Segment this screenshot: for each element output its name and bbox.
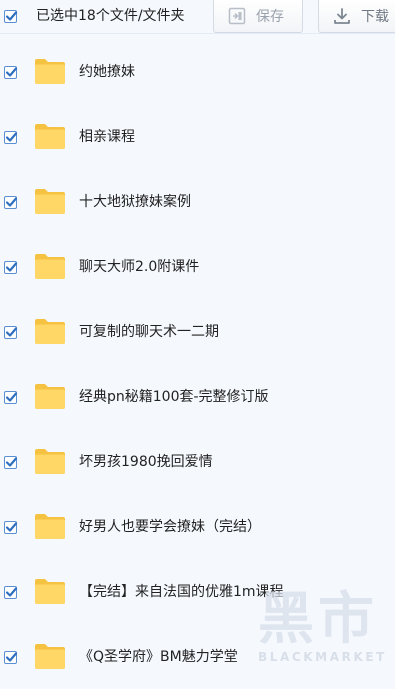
checkmark-icon xyxy=(5,522,18,532)
file-name[interactable]: 坏男孩1980挽回爱情 xyxy=(79,453,213,471)
checkmark-icon xyxy=(5,67,18,77)
file-row[interactable]: 好男人也要学会撩妹（完结） xyxy=(0,494,395,559)
download-icon xyxy=(334,8,350,24)
folder-icon xyxy=(35,579,65,604)
checkmark-icon xyxy=(5,457,18,467)
file-row[interactable]: 约她撩妹 xyxy=(0,39,395,104)
file-name[interactable]: 十大地狱撩妹案例 xyxy=(79,193,191,211)
checkmark-icon xyxy=(5,652,18,662)
folder-icon xyxy=(35,59,65,84)
file-checkbox[interactable] xyxy=(4,261,18,274)
save-icon xyxy=(228,7,246,25)
download-button-label: 下载 xyxy=(361,9,389,25)
file-checkbox[interactable] xyxy=(4,651,18,664)
checkmark-icon xyxy=(5,197,18,207)
select-all-checkbox[interactable] xyxy=(4,10,18,23)
folder-icon xyxy=(35,254,65,279)
folder-icon xyxy=(35,449,65,474)
file-name[interactable]: 约她撩妹 xyxy=(79,63,135,81)
save-button[interactable]: 保存 xyxy=(213,0,303,33)
file-name[interactable]: 【完结】来自法国的优雅1m课程 xyxy=(79,583,284,601)
file-name[interactable]: 《Q圣学府》BM魅力学堂 xyxy=(79,648,238,666)
file-row[interactable]: 经典pn秘籍100套-完整修订版 xyxy=(0,364,395,429)
file-checkbox[interactable] xyxy=(4,586,18,599)
folder-icon xyxy=(35,319,65,344)
folder-icon xyxy=(35,124,65,149)
file-name[interactable]: 好男人也要学会撩妹（完结） xyxy=(79,518,261,536)
file-row[interactable]: 聊天大师2.0附课件 xyxy=(0,234,395,299)
file-name[interactable]: 经典pn秘籍100套-完整修订版 xyxy=(79,388,269,406)
file-checkbox[interactable] xyxy=(4,131,18,144)
checkmark-icon xyxy=(5,262,18,272)
file-checkbox[interactable] xyxy=(4,521,18,534)
file-row[interactable]: 坏男孩1980挽回爱情 xyxy=(0,429,395,494)
save-button-label: 保存 xyxy=(256,9,284,25)
toolbar: 已选中18个文件/文件夹 保存 下载 xyxy=(0,0,395,34)
file-checkbox[interactable] xyxy=(4,456,18,469)
file-name[interactable]: 相亲课程 xyxy=(79,128,135,146)
file-checkbox[interactable] xyxy=(4,391,18,404)
file-row[interactable]: 可复制的聊天术一二期 xyxy=(0,299,395,364)
file-row[interactable]: 《Q圣学府》BM魅力学堂 xyxy=(0,624,395,689)
download-button[interactable]: 下载 xyxy=(318,0,395,33)
selection-count-label: 已选中18个文件/文件夹 xyxy=(36,8,185,24)
checkmark-icon xyxy=(5,327,18,337)
file-name[interactable]: 可复制的聊天术一二期 xyxy=(79,323,219,341)
checkmark-icon xyxy=(5,11,18,21)
file-name[interactable]: 聊天大师2.0附课件 xyxy=(79,258,199,276)
folder-icon xyxy=(35,189,65,214)
file-checkbox[interactable] xyxy=(4,66,18,79)
checkmark-icon xyxy=(5,132,18,142)
file-row[interactable]: 十大地狱撩妹案例 xyxy=(0,169,395,234)
folder-icon xyxy=(35,644,65,669)
checkmark-icon xyxy=(5,587,18,597)
file-checkbox[interactable] xyxy=(4,326,18,339)
file-checkbox[interactable] xyxy=(4,196,18,209)
file-row[interactable]: 【完结】来自法国的优雅1m课程 xyxy=(0,559,395,624)
file-row[interactable]: 相亲课程 xyxy=(0,104,395,169)
folder-icon xyxy=(35,384,65,409)
folder-icon xyxy=(35,514,65,539)
checkmark-icon xyxy=(5,392,18,402)
